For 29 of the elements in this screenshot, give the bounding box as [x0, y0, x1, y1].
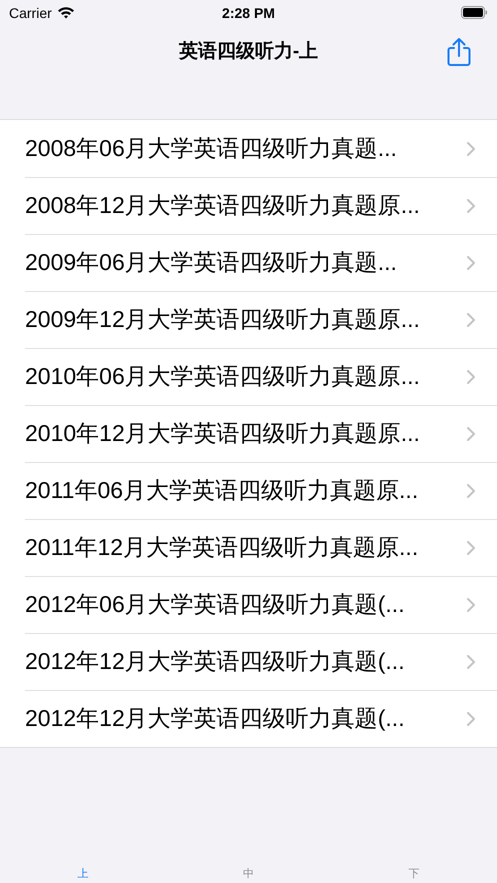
list-row[interactable]: 2011年06月大学英语四级听力真题原...: [0, 462, 497, 519]
chevron-icon: [467, 712, 475, 726]
list-row[interactable]: 2012年06月大学英语四级听力真题(...: [0, 576, 497, 633]
chevron-icon: [467, 426, 475, 440]
battery-icon: [461, 6, 488, 19]
chevron-icon: [467, 598, 475, 612]
list-row[interactable]: 2009年12月大学英语四级听力真题原...: [0, 291, 497, 348]
chevron-icon: [467, 654, 475, 668]
clock-time: 2:28 PM: [222, 4, 275, 20]
list-row[interactable]: 2012年12月大学英语四级听力真题(...: [0, 690, 497, 747]
chevron-icon: [467, 312, 475, 326]
screen-title: 英语四级听力-上: [178, 40, 318, 64]
chevron-icon: [467, 142, 475, 156]
list-row[interactable]: 2010年12月大学英语四级听力真题原...: [0, 405, 497, 462]
chevron-icon: [467, 256, 475, 270]
list-row[interactable]: 2008年06月大学英语四级听力真题...: [0, 120, 497, 177]
chevron-icon: [467, 540, 475, 554]
chevron-icon: [467, 198, 475, 212]
tab[interactable]: 上: [0, 867, 166, 881]
wifi-icon: [56, 6, 75, 19]
list-row[interactable]: 2011年12月大学英语四级听力真题原...: [0, 519, 497, 576]
list-row[interactable]: 2008年12月大学英语四级听力真题原...: [0, 177, 497, 234]
share-icon[interactable]: [445, 37, 473, 67]
list-row[interactable]: 2009年06月大学英语四级听力真题...: [0, 234, 497, 291]
carrier-label: Carrier: [9, 4, 52, 20]
chevron-icon: [467, 370, 475, 384]
chevron-icon: [467, 484, 475, 498]
list-row[interactable]: 2012年12月大学英语四级听力真题(...: [0, 633, 497, 690]
list-row[interactable]: 2010年06月大学英语四级听力真题原...: [0, 348, 497, 405]
